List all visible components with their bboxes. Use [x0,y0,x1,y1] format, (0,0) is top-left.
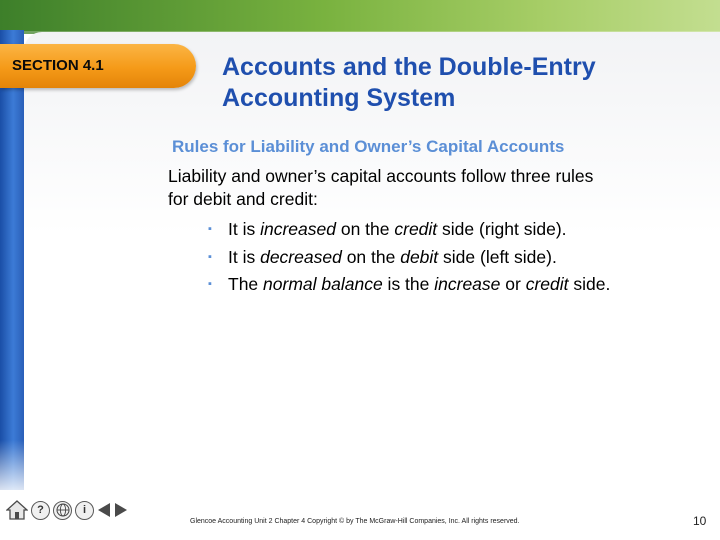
section-tab: SECTION 4.1 [0,44,196,88]
info-button[interactable]: i [75,500,94,520]
help-button[interactable]: ? [31,500,50,520]
slide: SECTION 4.1 Accounts and the Double-Entr… [0,0,720,540]
left-blue-bar [0,30,24,490]
help-icon: ? [37,504,44,516]
section-label: SECTION 4.1 [12,57,104,74]
body-line-2: for debit and credit: [168,189,318,209]
page-number: 10 [693,514,707,528]
bullet-square-icon: ▪ [208,223,212,235]
previous-arrow-icon [98,503,110,517]
body-paragraph: Liability and owner’s capital accounts f… [168,165,688,211]
bullet-item-2: ▪ It is decreased on the debit side (lef… [208,244,708,272]
bullet-square-icon: ▪ [208,250,212,263]
slide-title-line-1: Accounts and the Double-Entry [222,53,596,81]
slide-subtitle: Rules for Liability and Owner’s Capital … [172,137,565,156]
web-resources-button[interactable] [53,500,72,520]
bullet-square-icon: ▪ [208,278,212,290]
copyright-footer: Glencoe Accounting Unit 2 Chapter 4 Copy… [190,518,520,525]
previous-slide-button[interactable] [97,502,111,518]
body-line-1: Liability and owner’s capital accounts f… [168,166,594,186]
next-slide-button[interactable] [114,502,128,518]
left-bar-fade [0,440,24,500]
globe-icon [56,503,69,517]
next-arrow-icon [115,503,127,517]
bullet-item-3: ▪ The normal balance is the increase or … [208,271,708,299]
bullet-list: ▪ It is increased on the credit side (ri… [208,216,708,299]
navigation-toolbar: ? i [6,498,128,522]
info-icon: i [82,504,87,516]
bullet-item-1: ▪ It is increased on the credit side (ri… [208,216,708,244]
home-icon [6,500,28,520]
home-button[interactable] [6,500,28,520]
slide-title: Accounts and the Double-Entry Accounting… [222,52,702,114]
slide-title-line-2: Accounting System [222,84,456,112]
top-green-bar [0,0,720,34]
